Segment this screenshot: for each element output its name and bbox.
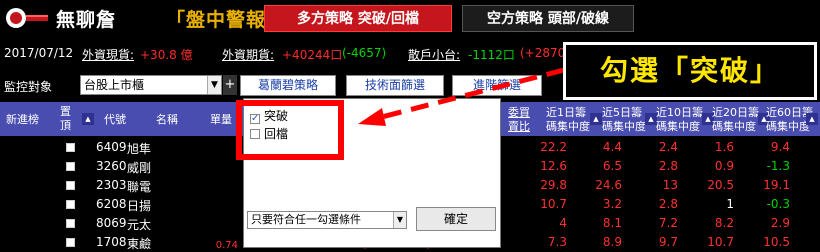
value-5d: 6.5 [602, 159, 622, 173]
granville-strategy-button[interactable]: 葛蘭碧策略 [240, 75, 336, 96]
sort-icon[interactable]: ▲ [590, 113, 602, 125]
value-5d: 8.9 [602, 235, 622, 249]
stock-code: 2303 [96, 178, 127, 192]
value-10d: 2.8 [658, 197, 678, 211]
value-1d: 12.6 [540, 159, 567, 173]
col-name[interactable]: 名稱 [156, 113, 178, 126]
market-select-value: 台股上市櫃 [84, 78, 145, 92]
value-60d: 10.5 [763, 235, 790, 249]
value-20d: 10.7 [707, 235, 734, 249]
stock-code: 1708 [96, 235, 127, 249]
monitor-target-label: 監控對象 [4, 80, 53, 94]
value-10d: 2.4 [658, 140, 678, 154]
value-10d: 9.7 [658, 235, 678, 249]
annotation-callout: 勾選「突破」 [563, 42, 817, 100]
value-60d: 2.9 [770, 216, 790, 230]
value-60d: 19.1 [763, 178, 790, 192]
foreign-futures-change: (-4657) [342, 46, 387, 60]
value-5d: 24.6 [595, 178, 622, 192]
col-volume[interactable]: 單量 [210, 113, 232, 126]
value-1d: 10.7 [540, 197, 567, 211]
col-code[interactable]: 代號 [104, 113, 126, 126]
value-20d: 0.9 [714, 159, 734, 173]
col-5d-bottom: 碼集中度 [602, 120, 646, 133]
col-pin-bottom: 頂 [60, 119, 71, 132]
foreign-spot-label[interactable]: 外資現貨: [82, 46, 134, 63]
value-5d: 8.1 [602, 216, 622, 230]
pin-checkbox[interactable] [66, 219, 75, 228]
tab-long-strategy[interactable]: 多方策略 突破/回檔 [264, 5, 452, 32]
sort-icon[interactable]: ▲ [806, 113, 818, 125]
pin-checkbox[interactable] [66, 143, 75, 152]
stock-name: 旭隼 [127, 142, 152, 156]
condition-select-value: 只要符合任一勾選條件 [251, 213, 361, 226]
col-20d-top[interactable]: 近20日籌 [712, 106, 759, 119]
stock-code: 8069 [96, 216, 127, 230]
stock-name: 聯電 [127, 180, 152, 194]
foreign-futures-value: +40244口 [282, 48, 343, 62]
title-bar: 無聊詹 「盤中警報器」 多方策略 突破/回檔 空方策略 頭部/破線 [0, 0, 820, 36]
pin-checkbox[interactable] [66, 162, 75, 171]
stock-name: 日揚 [127, 199, 152, 213]
stock-name: 東鹼 [127, 237, 152, 251]
app-name: 無聊詹 [56, 9, 117, 31]
value-20d: 8.2 [714, 216, 734, 230]
value-20d: 1.6 [714, 140, 734, 154]
logo-icon [6, 8, 48, 28]
value-60d: -1.3 [766, 159, 790, 173]
value-20d: 20.5 [707, 178, 734, 192]
value-1d: 7.3 [547, 235, 567, 249]
value-60d: 9.4 [770, 140, 790, 154]
col-5d-top[interactable]: 近5日籌 [602, 106, 642, 119]
stock-name: 元太 [127, 218, 152, 232]
foreign-spot-value: +30.8 億 [140, 48, 193, 62]
chevron-down-icon: ▼ [207, 76, 221, 94]
retail-change: (+2870 [520, 46, 566, 60]
partial-value: 0.74 [215, 240, 238, 251]
col-10d-top[interactable]: 近10日籌 [656, 106, 703, 119]
date-text: 2017/07/12 [4, 46, 74, 60]
value-1d: 22.2 [540, 140, 567, 154]
value-1d: 4 [559, 216, 567, 230]
value-60d: -0.3 [766, 197, 790, 211]
value-5d: 3.2 [602, 197, 622, 211]
value-1d: 29.8 [540, 178, 567, 192]
col-60d-bottom: 碼集中度 [766, 120, 810, 133]
chevron-down-icon: ▼ [393, 212, 406, 228]
ok-button[interactable]: 確定 [416, 207, 496, 231]
highlight-box [236, 100, 344, 160]
market-select[interactable]: 台股上市櫃 ▼ [80, 75, 222, 95]
value-10d: 7.2 [658, 216, 678, 230]
value-20d: 1 [726, 197, 734, 211]
pin-checkbox[interactable] [66, 238, 75, 247]
callout-text: 勾選「突破」 [574, 49, 806, 93]
stock-code: 6409 [96, 140, 127, 154]
pin-checkbox[interactable] [66, 181, 75, 190]
stock-name: 威剛 [127, 161, 152, 175]
add-button[interactable]: + [223, 75, 237, 95]
stock-code: 3260 [96, 159, 127, 173]
col-10d-bottom: 碼集中度 [656, 120, 700, 133]
condition-select[interactable]: 只要符合任一勾選條件 ▼ [247, 211, 407, 229]
value-5d: 4.4 [602, 140, 622, 154]
col-20d-bottom: 碼集中度 [712, 120, 756, 133]
col-new-entry[interactable]: 新進榜 [6, 113, 39, 126]
tab-short-strategy[interactable]: 空方策略 頭部/破線 [462, 5, 634, 32]
value-10d: 2.8 [658, 159, 678, 173]
col-pin-top[interactable]: 置 [60, 105, 71, 118]
annotation-arrow [358, 67, 565, 126]
pin-checkbox[interactable] [66, 200, 75, 209]
foreign-futures-label[interactable]: 外資期貨: [222, 46, 274, 63]
stock-code: 6208 [96, 197, 127, 211]
sort-icon[interactable]: ▲ [82, 113, 94, 125]
value-10d: 13 [662, 178, 678, 192]
